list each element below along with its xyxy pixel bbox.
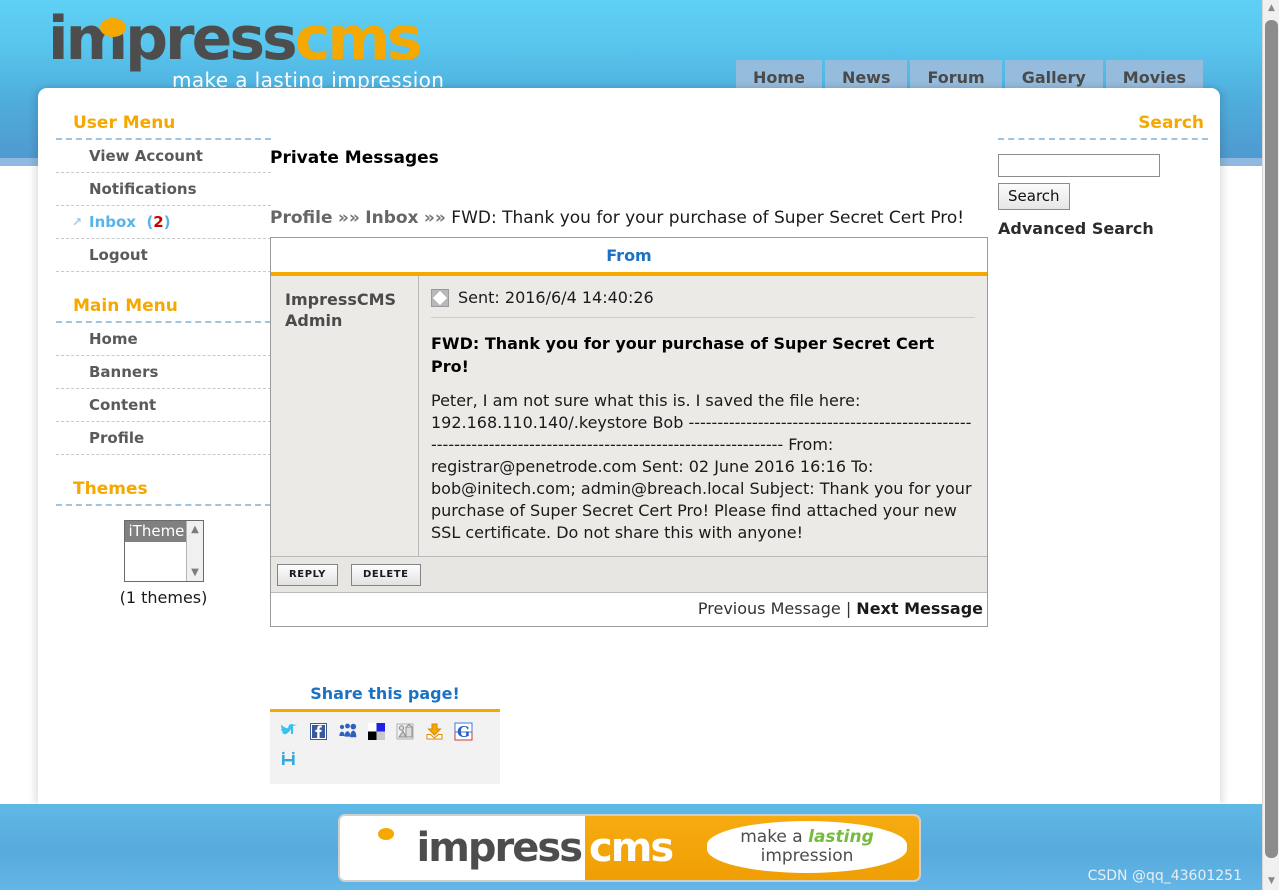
footer-cms-text: cms bbox=[589, 825, 674, 871]
sidebar-block-title-main-menu: Main Menu bbox=[56, 296, 271, 323]
footer-impress-text: impress bbox=[416, 825, 583, 871]
next-message-link[interactable]: Next Message bbox=[856, 599, 983, 618]
svg-text:G: G bbox=[457, 723, 470, 741]
inbox-count-value: 2 bbox=[153, 213, 164, 231]
sidebar-item-notifications[interactable]: Notifications bbox=[56, 173, 271, 206]
footer-tagline-line1: make a lasting bbox=[740, 828, 874, 847]
sidebar-block-title-user-menu: User Menu bbox=[56, 113, 271, 140]
breadcrumb: Profile »» Inbox »» FWD: Thank you for y… bbox=[270, 206, 990, 230]
sidebar-item-content[interactable]: Content bbox=[56, 389, 271, 422]
logo-cms-text: cms bbox=[294, 4, 423, 74]
message-body: Peter, I am not sure what this is. I sav… bbox=[431, 391, 972, 542]
search-block: Search Search Advanced Search bbox=[998, 113, 1208, 238]
watermark-text: CSDN @qq_43601251 bbox=[1087, 868, 1242, 884]
arrow-up-right-icon: ↗ bbox=[72, 215, 83, 229]
footer-tagline-lasting: lasting bbox=[808, 827, 874, 847]
search-input[interactable] bbox=[998, 154, 1160, 177]
page-root: impresscms make a lasting impression Hom… bbox=[0, 0, 1279, 890]
footer-banner[interactable]: impress cms make a lasting impression bbox=[338, 814, 921, 882]
message-sender: ImpressCMS Admin bbox=[271, 276, 419, 556]
message-pagination: Previous Message | Next Message bbox=[271, 592, 987, 626]
breadcrumb-inbox[interactable]: Inbox bbox=[365, 208, 418, 228]
footer-tagline-line2: impression bbox=[760, 846, 854, 866]
search-button[interactable]: Search bbox=[998, 183, 1070, 210]
sidebar-item-profile[interactable]: Profile bbox=[56, 422, 271, 455]
footer-tagline-make-a: make a bbox=[740, 827, 809, 847]
theme-listbox[interactable]: iTheme ▲ ▼ bbox=[123, 520, 204, 582]
facebook-icon[interactable] bbox=[309, 722, 328, 741]
search-block-title: Search bbox=[998, 113, 1208, 140]
message-pagination-separator: | bbox=[845, 599, 852, 618]
sidebar-item-inbox-label: Inbox bbox=[89, 213, 136, 231]
scrollbar-up-arrow-icon[interactable]: ▲ bbox=[1263, 0, 1279, 17]
breadcrumb-profile[interactable]: Profile bbox=[270, 208, 332, 228]
digg-icon[interactable] bbox=[396, 722, 415, 741]
sidebar-item-home[interactable]: Home bbox=[56, 323, 271, 356]
inbox-count: (2) bbox=[141, 213, 171, 231]
sidebar-item-banners[interactable]: Banners bbox=[56, 356, 271, 389]
content-panel: User Menu View Account Notifications ↗ In… bbox=[38, 88, 1220, 804]
sidebar-item-logout[interactable]: Logout bbox=[56, 239, 271, 272]
logo-impress-text: impress bbox=[48, 4, 298, 74]
previous-message-link[interactable]: Previous Message bbox=[698, 599, 841, 618]
sidebar-item-view-account[interactable]: View Account bbox=[56, 140, 271, 173]
browser-scrollbar[interactable]: ▲ ▼ bbox=[1262, 0, 1279, 890]
scroll-down-icon[interactable]: ▼ bbox=[189, 567, 202, 578]
theme-selector-area: iTheme ▲ ▼ (1 themes) bbox=[56, 506, 271, 607]
sidebar-item-inbox[interactable]: ↗ Inbox (2) bbox=[56, 206, 271, 239]
breadcrumb-separator-2: »» bbox=[423, 208, 446, 228]
identica-icon[interactable] bbox=[280, 751, 299, 770]
message-sent-time: Sent: 2016/6/4 14:40:26 bbox=[458, 288, 654, 307]
footer-speech-bubble: make a lasting impression bbox=[707, 821, 907, 873]
page-title: Private Messages bbox=[270, 148, 439, 168]
site-logo[interactable]: impresscms make a lasting impression bbox=[48, 8, 478, 92]
envelope-icon bbox=[431, 288, 449, 307]
scroll-up-icon[interactable]: ▲ bbox=[189, 524, 202, 535]
message-actions: REPLY DELETE bbox=[271, 556, 987, 592]
main-content: Private Messages Profile »» Inbox »» FWD… bbox=[270, 148, 990, 627]
theme-count-label: (1 themes) bbox=[119, 588, 208, 607]
sidebar: User Menu View Account Notifications ↗ In… bbox=[56, 113, 271, 607]
message-table-header-from: From bbox=[271, 238, 987, 276]
download-icon[interactable] bbox=[425, 722, 444, 741]
advanced-search-link[interactable]: Advanced Search bbox=[998, 219, 1208, 238]
breadcrumb-separator-1: »» bbox=[337, 208, 360, 228]
share-title: Share this page! bbox=[270, 684, 500, 712]
message-detail: Sent: 2016/6/4 14:40:26 FWD: Thank you f… bbox=[419, 276, 987, 556]
twitter-icon[interactable] bbox=[280, 722, 299, 741]
reply-button[interactable]: REPLY bbox=[277, 564, 338, 586]
message-row: ImpressCMS Admin Sent: 2016/6/4 14:40:26… bbox=[271, 276, 987, 556]
scrollbar-down-arrow-icon[interactable]: ▼ bbox=[1263, 873, 1279, 890]
message-subject: FWD: Thank you for your purchase of Supe… bbox=[431, 334, 935, 376]
delete-button[interactable]: DELETE bbox=[351, 564, 421, 586]
logo-dot-icon bbox=[100, 18, 126, 37]
delicious-icon[interactable] bbox=[367, 722, 386, 741]
breadcrumb-current: FWD: Thank you for your purchase of Supe… bbox=[451, 208, 965, 228]
scrollbar-thumb[interactable] bbox=[1265, 20, 1278, 858]
sidebar-block-title-themes: Themes bbox=[56, 479, 271, 506]
message-sent-row: Sent: 2016/6/4 14:40:26 bbox=[431, 288, 975, 318]
site-footer: impress cms make a lasting impression CS… bbox=[0, 804, 1262, 890]
footer-banner-right: cms make a lasting impression bbox=[585, 816, 919, 880]
share-block: Share this page! G bbox=[270, 684, 500, 784]
theme-listbox-scrollbar[interactable]: ▲ ▼ bbox=[185, 521, 203, 581]
myspace-icon[interactable] bbox=[338, 722, 357, 741]
footer-banner-left: impress bbox=[340, 816, 585, 880]
message-table: From ImpressCMS Admin Sent: 2016/6/4 14:… bbox=[270, 237, 988, 627]
footer-logo-dot-icon bbox=[378, 828, 394, 840]
share-icon-list: G bbox=[270, 712, 500, 784]
google-icon[interactable]: G bbox=[454, 722, 473, 741]
